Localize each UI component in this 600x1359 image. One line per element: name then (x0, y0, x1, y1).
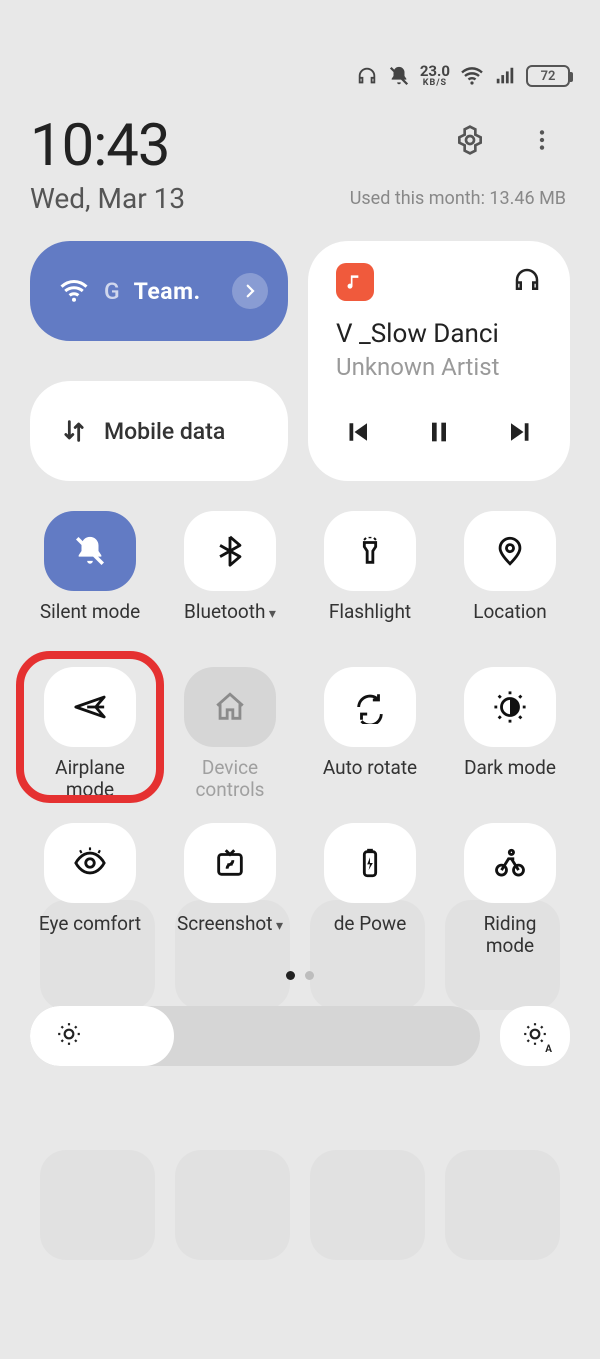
qs-tile-label: Eye comfort (39, 913, 141, 957)
bike-icon (464, 823, 556, 903)
date-row: Wed, Mar 13 Used this month: 13.46 MB (30, 182, 570, 215)
mobile-data-tile[interactable]: Mobile data (30, 381, 288, 481)
bluetooth-icon (184, 511, 276, 591)
battery-indicator: 72 (526, 65, 570, 87)
home-icon (184, 667, 276, 747)
wifi-prefix: G (104, 278, 120, 305)
date: Wed, Mar 13 (30, 182, 185, 215)
battery-value: 72 (541, 69, 556, 84)
screenshot-icon (184, 823, 276, 903)
qs-tile-dark-mode[interactable]: Dark mode (450, 667, 570, 801)
qs-tile-flashlight[interactable]: Flashlight (310, 511, 430, 645)
qs-tile-airplane-mode[interactable]: Airplane mode (30, 667, 150, 801)
qs-tile-label: Device controls (195, 757, 264, 801)
qs-tile-device-controls: Device controls (170, 667, 290, 801)
auto-brightness-toggle[interactable]: A (500, 1006, 570, 1066)
qs-tile-riding-mode[interactable]: Riding mode (450, 823, 570, 957)
media-artist: Unknown Artist (336, 353, 542, 381)
qs-tile-label: Flashlight (329, 601, 411, 645)
qs-tile-silent-mode[interactable]: Silent mode (30, 511, 150, 645)
headphones-icon (356, 65, 378, 87)
qs-tile-bluetooth[interactable]: Bluetooth (170, 511, 290, 645)
battery-icon (324, 823, 416, 903)
dark-icon (464, 667, 556, 747)
qs-tile-eye-comfort[interactable]: Eye comfort (30, 823, 150, 957)
media-player-card[interactable]: V _Slow Danci Unknown Artist (308, 241, 570, 481)
auto-brightness-icon: A (522, 1021, 548, 1051)
media-output-icon[interactable] (512, 265, 542, 299)
bell-off-icon (44, 511, 136, 591)
qs-tile-label: Airplane mode (55, 757, 125, 801)
qs-tile-location[interactable]: Location (450, 511, 570, 645)
net-speed-value: 23.0 (420, 65, 450, 79)
net-speed-unit: KB/S (423, 79, 447, 87)
mute-icon (388, 65, 410, 87)
net-speed: 23.0 KB/S (420, 65, 450, 87)
qs-tile-label: Silent mode (40, 601, 140, 645)
qs-tile-auto-rotate[interactable]: Auto rotate (310, 667, 430, 801)
wifi-expand-button[interactable] (232, 273, 268, 309)
quick-settings-grid: Silent mode Bluetooth Flashlight Location Ai… (30, 511, 570, 957)
qs-tile-label: Bluetooth (184, 601, 276, 645)
status-bar: 23.0 KB/S 72 (30, 58, 570, 94)
qs-tile-label: Riding mode (484, 913, 537, 957)
qs-tile-label: Auto rotate (323, 757, 417, 801)
media-next-button[interactable] (504, 415, 538, 449)
media-title: V _Slow Danci (336, 319, 542, 349)
qs-tile-screenshot[interactable]: Screenshot (170, 823, 290, 957)
qs-tile-label: de Powe (334, 913, 407, 957)
flashlight-icon (324, 511, 416, 591)
rotate-icon (324, 667, 416, 747)
settings-button[interactable] (450, 120, 490, 160)
mobile-data-label: Mobile data (104, 418, 268, 445)
airplane-icon (44, 667, 136, 747)
brightness-slider[interactable] (30, 1006, 480, 1066)
page-dot (286, 971, 295, 980)
qs-tile-label: Screenshot (177, 913, 283, 957)
header-row: 10:43 (30, 112, 570, 180)
signal-icon (494, 65, 516, 87)
page-dot (305, 971, 314, 980)
music-app-icon (336, 263, 374, 301)
wifi-icon (460, 64, 484, 88)
media-pause-button[interactable] (422, 415, 456, 449)
media-prev-button[interactable] (340, 415, 374, 449)
wifi-tile[interactable]: G Team. (30, 241, 288, 341)
wifi-icon (58, 276, 90, 306)
qs-tile-label: Location (473, 601, 547, 645)
mobile-data-icon (58, 417, 90, 445)
wifi-label: Team. (134, 278, 218, 305)
brightness-icon (56, 1021, 82, 1051)
pin-icon (464, 511, 556, 591)
clock: 10:43 (30, 112, 169, 180)
page-indicator (30, 971, 570, 980)
data-usage[interactable]: Used this month: 13.46 MB (350, 188, 570, 209)
overflow-menu-button[interactable] (522, 120, 562, 160)
qs-tile-de-powe[interactable]: de Powe (310, 823, 430, 957)
qs-tile-label: Dark mode (464, 757, 556, 801)
eye-icon (44, 823, 136, 903)
quick-settings-panel: 23.0 KB/S 72 10:43 Wed, Mar 13 Used this… (0, 0, 600, 1066)
